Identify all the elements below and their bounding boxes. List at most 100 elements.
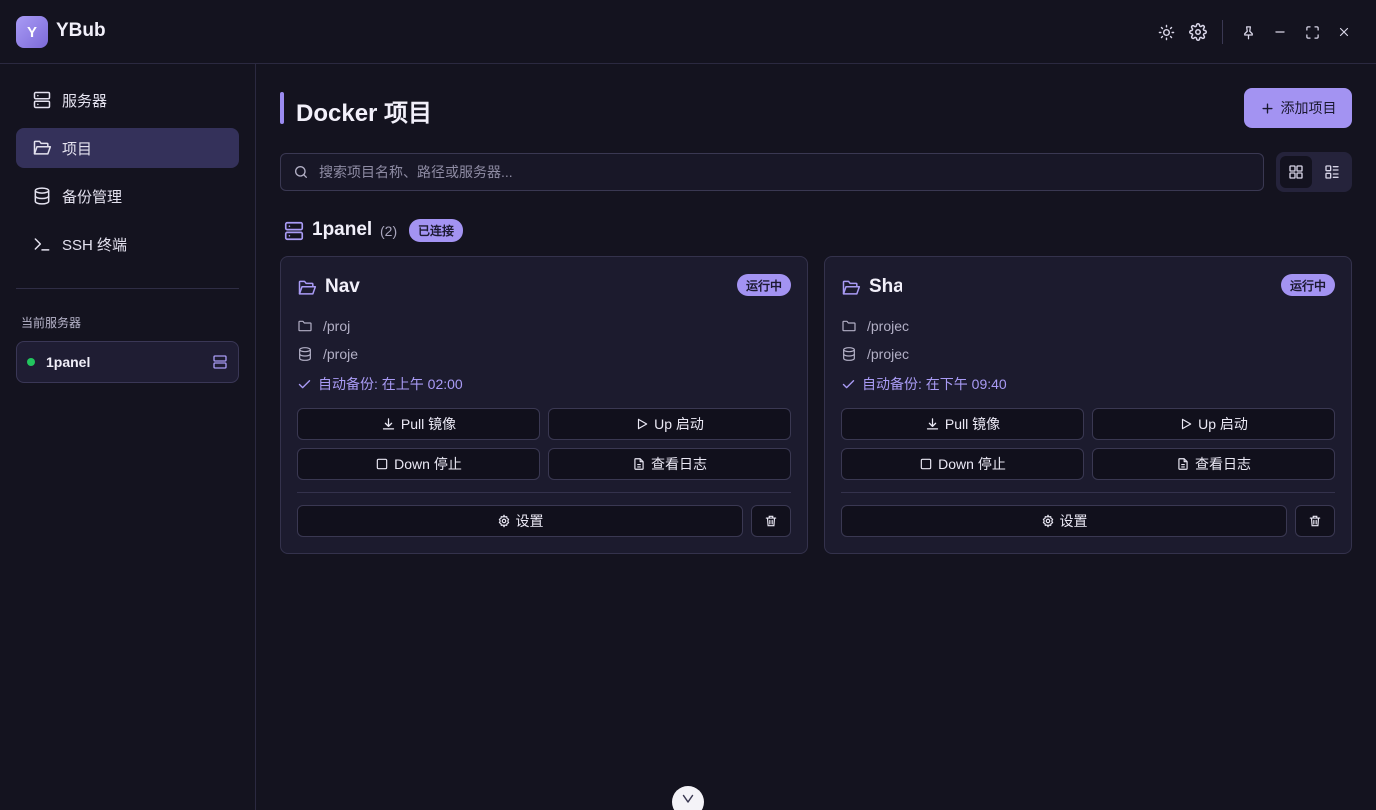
backup-path-row: /proje [297,346,359,362]
maximize-button[interactable] [1300,20,1324,44]
project-card: Sha 运行中 /projec /projec 自动备份: 在下午 09:40 … [824,256,1352,554]
server-group-icon [283,220,305,242]
connection-status-badge: 已连接 [409,219,464,242]
check-icon [841,377,856,392]
up-start-button[interactable]: Up 启动 [1092,408,1335,440]
down-stop-button[interactable]: Down 停止 [297,448,540,480]
sidebar-item-label: SSH 终端 [62,236,128,254]
status-badge: 运行中 [1280,274,1335,296]
minimize-icon [1273,25,1287,39]
gear-icon [497,514,511,528]
page-title-accent [280,92,284,124]
view-mode-toggle [1276,152,1352,192]
server-group-name: 1panel [312,219,373,240]
database-icon [841,346,857,362]
add-project-button[interactable]: 添加项目 [1244,88,1352,128]
app-title: YBub [56,20,106,41]
pull-image-button[interactable]: Pull 镜像 [841,408,1084,440]
auto-backup-row: 自动备份: 在下午 09:40 [841,374,1007,394]
theme-toggle-button[interactable] [1154,20,1178,44]
settings-label: 设置 [515,513,544,529]
auto-backup-row: 自动备份: 在上午 02:00 [297,374,463,394]
play-icon [1179,417,1193,431]
project-path: /proj [323,318,351,334]
server-group-count: (2) [380,223,398,239]
file-text-icon [632,457,646,471]
project-card: Nav 运行中 /proj /proje 自动备份: 在上午 02:00 Pul… [280,256,808,554]
down-stop-button[interactable]: Down 停止 [841,448,1084,480]
server-icon [32,90,52,110]
project-path-row: /proj [297,318,359,334]
current-server-card[interactable]: 1panel [16,341,239,383]
sidebar-item-label: 服务器 [62,92,108,110]
database-icon [297,346,313,362]
scroll-down-button[interactable] [672,786,704,810]
backup-path-row: /projec [841,346,913,362]
chevron-down-icon [682,794,694,804]
search-bar[interactable] [280,153,1264,191]
close-icon [1337,25,1351,39]
settings-button[interactable] [1186,20,1210,44]
folder-icon [841,318,857,334]
stop-icon [375,457,389,471]
server-icon [212,354,228,370]
file-text-icon [1176,457,1190,471]
auto-backup-text: 自动备份: 在上午 02:00 [318,376,463,392]
maximize-icon [1305,25,1320,40]
logs-label: 查看日志 [651,456,707,472]
grid-view-button[interactable] [1280,156,1312,188]
trash-icon [764,514,778,528]
project-settings-button[interactable]: 设置 [297,505,743,537]
trash-icon [1308,514,1322,528]
stop-icon [919,457,933,471]
titlebar-divider [1222,20,1223,44]
sidebar-item-label: 备份管理 [62,188,123,206]
logs-label: 查看日志 [1195,456,1251,472]
backup-path: /projec [867,346,910,362]
backup-path: /proje [323,346,359,362]
auto-backup-text: 自动备份: 在下午 09:40 [862,376,1007,392]
gear-icon [1041,514,1055,528]
up-label: Up 启动 [1198,416,1248,432]
current-server-name: 1panel [46,354,91,370]
sun-icon [1158,24,1175,41]
sidebar: 服务器 项目 备份管理 SSH 终端 当前服务器 1panel [0,64,256,810]
delete-project-button[interactable] [751,505,791,537]
status-badge: 运行中 [736,274,791,296]
check-icon [297,377,312,392]
view-logs-button[interactable]: 查看日志 [548,448,791,480]
pull-label: Pull 镜像 [944,416,1001,432]
view-logs-button[interactable]: 查看日志 [1092,448,1335,480]
current-server-heading: 当前服务器 [21,316,82,330]
pin-button[interactable] [1236,20,1260,44]
list-view-icon [1324,164,1340,180]
project-name: Sha [869,276,902,297]
folder-icon [297,318,313,334]
sidebar-item-projects[interactable]: 项目 [16,128,239,168]
sidebar-item-backups[interactable]: 备份管理 [16,176,239,216]
sidebar-item-ssh[interactable]: SSH 终端 [16,224,239,264]
search-input[interactable] [319,164,1219,180]
page-title: Docker 项目 [296,100,433,127]
up-start-button[interactable]: Up 启动 [548,408,791,440]
project-path: /projec [867,318,910,334]
pull-image-button[interactable]: Pull 镜像 [297,408,540,440]
database-icon [32,186,52,206]
app-logo: Y [16,16,48,48]
gear-icon [1189,23,1207,41]
down-label: Down 停止 [938,456,1006,472]
sidebar-item-servers[interactable]: 服务器 [16,80,239,120]
close-button[interactable] [1332,20,1356,44]
project-path-row: /projec [841,318,913,334]
project-settings-button[interactable]: 设置 [841,505,1287,537]
delete-project-button[interactable] [1295,505,1335,537]
folder-open-icon [32,138,52,158]
pull-label: Pull 镜像 [400,416,457,432]
download-icon [925,417,940,432]
settings-label: 设置 [1059,513,1088,529]
sidebar-divider [16,288,239,289]
folder-open-icon [841,278,861,298]
minimize-button[interactable] [1268,20,1292,44]
list-view-button[interactable] [1316,156,1348,188]
pin-icon [1241,25,1256,40]
